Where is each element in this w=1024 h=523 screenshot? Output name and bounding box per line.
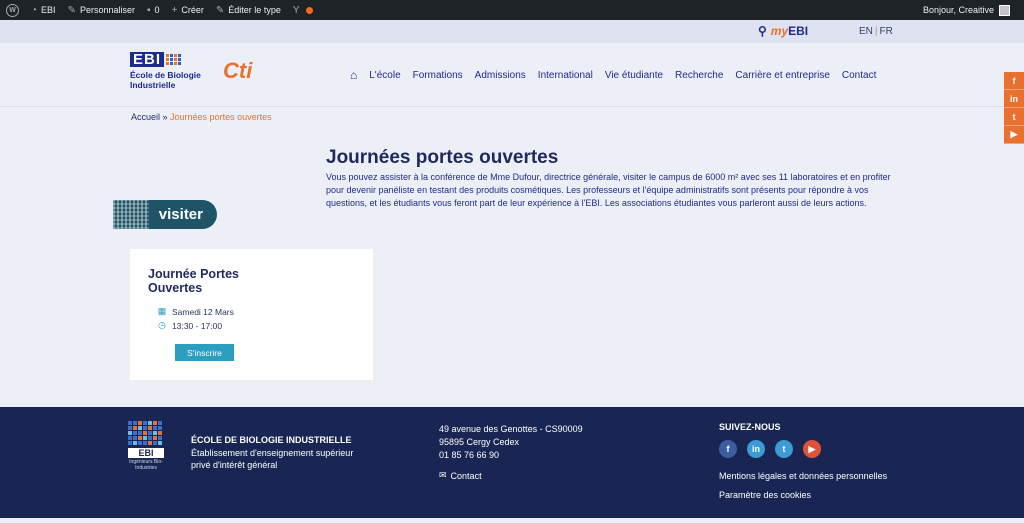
intro-text: Vous pouvez assister à la conférence de … (326, 172, 891, 208)
footer-address: 49 avenue des Genottes - CS90009 95895 C… (439, 424, 583, 460)
footer-school-info: ÉCOLE DE BIOLOGIE INDUSTRIELLE Établisse… (191, 435, 354, 470)
nav-formations[interactable]: Formations (413, 70, 463, 81)
nav-vie-etudiante[interactable]: Vie étudiante (605, 70, 663, 81)
seo-status-dot (305, 6, 313, 14)
register-button[interactable]: S'inscrire (175, 344, 234, 361)
nav-ecole[interactable]: L'école (369, 70, 400, 81)
linkedin-icon[interactable]: in (747, 440, 765, 458)
comment-icon: ▪ (146, 4, 151, 16)
footer-legal-link[interactable]: Mentions légales et données personnelles (719, 471, 887, 481)
breadcrumb-current: Journées portes ouvertes (170, 112, 272, 122)
nav-carriere[interactable]: Carrière et entreprise (735, 70, 829, 81)
avatar (999, 4, 1010, 16)
nav-international[interactable]: International (538, 70, 593, 81)
twitter-icon[interactable]: t (775, 440, 793, 458)
nav-contact[interactable]: Contact (842, 70, 876, 81)
logo-dots (128, 421, 168, 445)
youtube-icon[interactable]: ▶ (1004, 126, 1024, 144)
logo-dots (166, 54, 182, 65)
footer-cookies-link[interactable]: Paramètre des cookies (719, 490, 811, 500)
youtube-icon[interactable]: ▶ (803, 440, 821, 458)
clock-icon: ◷ (158, 320, 166, 330)
page-title: Journées portes ouvertes (326, 147, 559, 168)
footer-bottom-strip (0, 518, 1024, 523)
plus-icon: + (171, 4, 178, 16)
wordpress-icon: W (6, 3, 19, 17)
cti-logo: Cti (223, 58, 253, 83)
home-icon[interactable]: ⌂ (350, 68, 357, 82)
facebook-icon[interactable]: f (1004, 72, 1024, 90)
admin-customize-link[interactable]: ✎ Personnaliser (62, 0, 141, 20)
breadcrumb-home[interactable]: Accueil (131, 112, 160, 122)
footer-follow-heading: SUIVEZ-NOUS (719, 422, 781, 432)
event-time: ◷ 13:30 - 17:00 (158, 320, 223, 331)
footer-ebi-logo[interactable]: EBI Ingénieurs Bio-Industries (128, 421, 168, 471)
admin-account-menu[interactable]: Bonjour, Creaitive (923, 4, 1024, 16)
footer-phone: 01 85 76 66 90 (439, 450, 500, 460)
wp-logo-menu[interactable]: W (0, 0, 25, 20)
twitter-icon[interactable]: t (1004, 108, 1024, 126)
main-nav: ⌂ L'école Formations Admissions Internat… (350, 68, 876, 82)
myebi-link[interactable]: ⚲ my EBI (758, 24, 808, 38)
admin-site-link[interactable]: ◔ EBI (25, 0, 62, 20)
dashboard-icon: ◔ (31, 4, 38, 16)
pencil-icon: ✎ (215, 4, 225, 16)
event-title: Journée Portes Ouvertes (148, 267, 240, 295)
pixel-pattern-icon (113, 200, 149, 229)
yoast-icon: Y (292, 4, 300, 16)
nav-recherche[interactable]: Recherche (675, 70, 723, 81)
event-date: ▦ Samedi 12 Mars (157, 306, 234, 317)
facebook-icon[interactable]: f (719, 440, 737, 458)
wp-admin-bar: W ◔ EBI ✎ Personnaliser ▪ 0 + Créer ✎ Éditer … (0, 0, 1024, 20)
language-switcher: EN | FR (859, 26, 893, 37)
nav-admissions[interactable]: Admissions (475, 70, 526, 81)
lang-fr[interactable]: FR (880, 26, 893, 37)
admin-edit-link[interactable]: ✎ Éditer le type (210, 0, 287, 20)
footer-social-icons: f in t ▶ (719, 440, 821, 458)
brush-icon: ✎ (67, 4, 76, 16)
site-footer: EBI Ingénieurs Bio-Industries ÉCOLE DE B… (0, 407, 1024, 523)
calendar-icon: ▦ (157, 306, 167, 316)
event-card: Journée Portes Ouvertes ▦ Samedi 12 Mars… (130, 249, 373, 380)
footer-contact-link[interactable]: ✉ Contact (439, 470, 482, 481)
social-sidebar: f in t ▶ (1004, 72, 1024, 144)
lang-en[interactable]: EN (859, 26, 873, 37)
admin-seo-link[interactable]: Y (287, 0, 319, 20)
envelope-icon: ✉ (439, 470, 447, 480)
breadcrumb: Accueil » Journées portes ouvertes (131, 112, 272, 122)
logo-school-name: École de Biologie Industrielle (130, 70, 201, 90)
linkedin-icon[interactable]: in (1004, 90, 1024, 108)
ebi-logo[interactable]: EBI École de Biologie Industrielle (130, 52, 210, 90)
user-lock-icon: ⚲ (758, 24, 767, 38)
admin-create-link[interactable]: + Créer (166, 0, 210, 20)
visiter-button[interactable]: visiter (113, 200, 217, 229)
admin-comments-link[interactable]: ▪ 0 (141, 0, 166, 20)
